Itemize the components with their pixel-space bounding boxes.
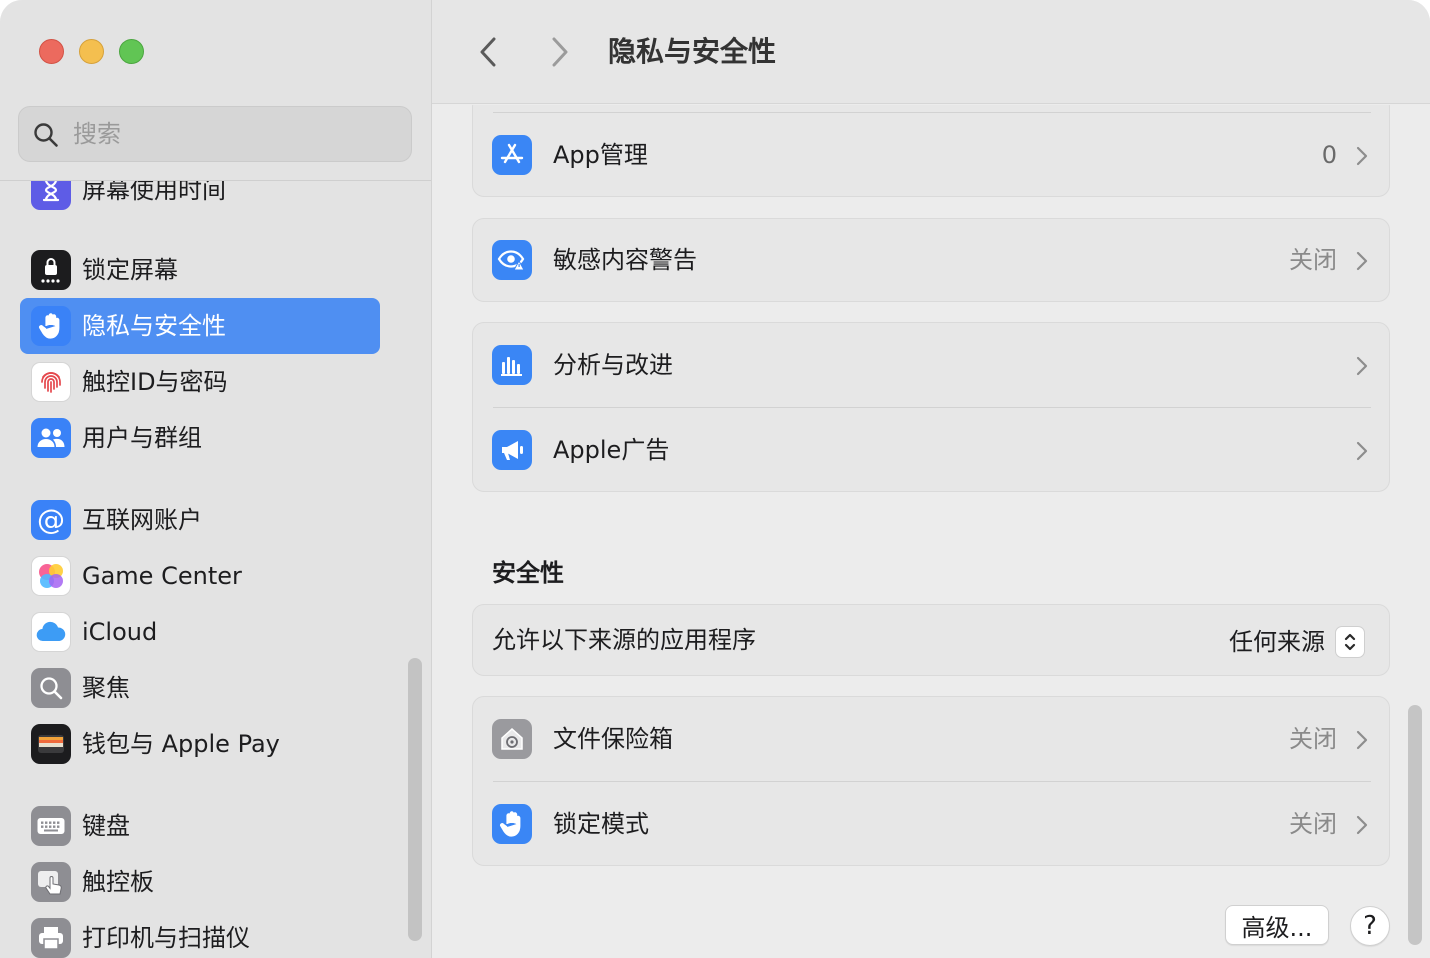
sidebar-item-trackpad[interactable]: 触控板 [20,854,380,910]
sidebar-item-label: 隐私与安全性 [82,312,226,340]
hand-icon [492,804,532,844]
sidebar-item-privacy-security[interactable]: 隐私与安全性 [20,298,380,354]
sidebar-item-label: 键盘 [82,812,130,840]
sidebar-item-touch-id[interactable]: 触控ID与密码 [20,354,380,410]
settings-window: 屏幕使用时间 锁定屏幕 隐私与安全性 [0,0,1430,958]
row-label: 允许以下来源的应用程序 [492,626,756,654]
sidebar: 屏幕使用时间 锁定屏幕 隐私与安全性 [0,0,432,958]
sidebar-item-internet-accounts[interactable]: @ 互联网账户 [20,492,380,548]
row-label: 分析与改进 [553,351,673,379]
keyboard-icon [31,806,71,846]
content-scrollbar[interactable] [1408,705,1422,945]
allow-apps-row: 允许以下来源的应用程序 任何来源 [473,605,1389,675]
row-label: 文件保险箱 [553,725,673,753]
lockdown-mode-row[interactable]: 锁定模式 关闭 [473,782,1389,866]
forward-button[interactable] [542,32,578,72]
chevron-right-icon [1356,251,1368,271]
chevron-right-icon [1356,441,1368,461]
sidebar-item-label: Game Center [82,562,242,590]
row-value: 关闭 [1289,810,1337,838]
app-management-card: App管理 0 [472,105,1390,197]
row-label: App管理 [553,141,648,169]
chevron-right-icon [1356,815,1368,835]
analytics-ads-card: 分析与改进 Apple广告 [472,322,1390,492]
sidebar-list: 屏幕使用时间 锁定屏幕 隐私与安全性 触控ID与密码 用户与群组 @ 互联网账户… [0,181,431,958]
sidebar-item-label: 屏幕使用时间 [82,181,226,204]
sidebar-item-spotlight[interactable]: 聚焦 [20,660,380,716]
sidebar-item-label: 触控板 [82,868,154,896]
megaphone-icon [492,430,532,470]
allow-apps-card: 允许以下来源的应用程序 任何来源 [472,604,1390,676]
row-label: 敏感内容警告 [553,246,697,274]
popup-value: 任何来源 [1229,628,1325,656]
chevron-right-icon [552,37,568,67]
main-pane: 隐私与安全性 App管理 0 敏感内容警告 关闭 分析与改进 Apple广告 安… [432,0,1430,958]
cloud-icon [31,612,71,652]
chevron-right-icon [1356,730,1368,750]
analytics-row[interactable]: 分析与改进 [473,323,1389,407]
hourglass-icon [31,181,71,210]
filevault-lockdown-card: 文件保险箱 关闭 锁定模式 关闭 [472,696,1390,866]
chevron-right-icon [1356,356,1368,376]
users-icon [31,418,71,458]
sidebar-item-game-center[interactable]: Game Center [20,548,380,604]
wallet-icon [31,724,71,764]
close-button[interactable] [39,39,64,64]
sidebar-item-label: iCloud [82,618,158,646]
spotlight-icon [31,668,71,708]
row-label: 锁定模式 [553,810,649,838]
advanced-button[interactable]: 高级... [1225,905,1329,945]
row-value: 关闭 [1289,246,1337,274]
sidebar-item-label: 打印机与扫描仪 [82,924,250,952]
row-label: Apple广告 [553,436,670,464]
sidebar-item-screen-time[interactable]: 屏幕使用时间 [20,181,380,218]
help-button[interactable]: ? [1350,906,1390,946]
sidebar-item-label: 触控ID与密码 [82,368,228,396]
zoom-button[interactable] [119,39,144,64]
sidebar-item-users-groups[interactable]: 用户与群组 [20,410,380,466]
eye-warning-icon [492,240,532,280]
app-management-row[interactable]: App管理 0 [473,113,1389,197]
sidebar-item-icloud[interactable]: iCloud [20,604,380,660]
filevault-icon [492,719,532,759]
app-store-icon [492,135,532,175]
chevron-left-icon [480,37,496,67]
fingerprint-icon [31,362,71,402]
filevault-row[interactable]: 文件保险箱 关闭 [473,697,1389,781]
settings-content: App管理 0 敏感内容警告 关闭 分析与改进 Apple广告 安全性 允许以下… [432,105,1430,958]
sidebar-item-keyboard[interactable]: 键盘 [20,798,380,854]
section-title-security: 安全性 [492,559,564,587]
page-title: 隐私与安全性 [608,35,777,68]
search-field[interactable] [18,106,412,162]
game-center-icon [31,556,71,596]
lock-screen-icon [31,250,71,290]
chevron-right-icon [1356,146,1368,166]
minimize-button[interactable] [79,39,104,64]
at-icon: @ [31,500,71,540]
sidebar-item-label: 聚焦 [82,674,130,702]
sidebar-scrollbar[interactable] [408,658,422,941]
sensitive-content-card: 敏感内容警告 关闭 [472,218,1390,302]
sidebar-item-wallet[interactable]: 钱包与 Apple Pay [20,716,380,772]
search-icon [34,123,58,147]
sidebar-item-label: 互联网账户 [82,506,202,534]
apple-ads-row[interactable]: Apple广告 [473,408,1389,492]
hand-icon [31,306,71,346]
up-down-chevron-icon[interactable] [1335,626,1365,658]
toolbar: 隐私与安全性 [432,0,1430,104]
sensitive-content-row[interactable]: 敏感内容警告 关闭 [473,219,1389,301]
row-value: 0 [1321,141,1337,169]
sidebar-item-label: 用户与群组 [82,424,202,452]
allow-apps-popup[interactable]: 任何来源 [1229,625,1365,659]
trackpad-icon [31,862,71,902]
back-button[interactable] [470,32,506,72]
sidebar-item-printers[interactable]: 打印机与扫描仪 [20,910,380,958]
search-input[interactable] [73,115,393,153]
sidebar-item-label: 钱包与 Apple Pay [82,730,280,758]
sidebar-item-label: 锁定屏幕 [82,256,178,284]
row-value: 关闭 [1289,725,1337,753]
sidebar-item-lock-screen[interactable]: 锁定屏幕 [20,242,380,298]
printer-icon [31,918,71,958]
analytics-icon [492,345,532,385]
